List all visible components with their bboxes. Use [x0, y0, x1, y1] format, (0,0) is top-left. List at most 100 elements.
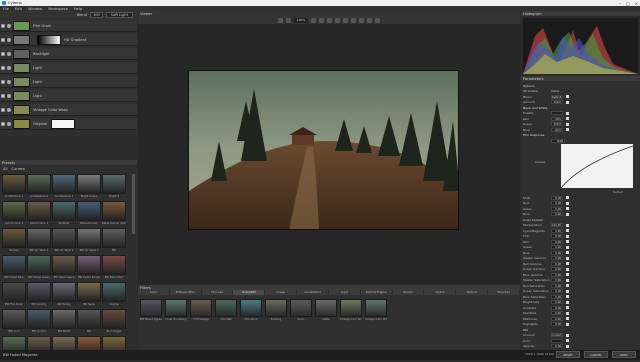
param-checkbox[interactable] [566, 267, 569, 271]
filter-item[interactable]: BW Bleach Bypass [140, 299, 162, 323]
preset-item[interactable]: Burn Edges [102, 309, 126, 335]
rotate-icon[interactable] [359, 17, 364, 23]
preset-item[interactable]: BW Faded Red [102, 255, 126, 281]
preset-item[interactable]: BW [77, 309, 101, 335]
param-checkbox[interactable] [566, 317, 569, 320]
param-checkbox[interactable] [566, 262, 569, 265]
layer-row[interactable]: Light [0, 90, 137, 102]
filter-item[interactable]: Matte [315, 299, 337, 323]
filter-tab[interactable]: Particle Engine [361, 290, 393, 295]
preset-item[interactable]: BW Gloomy [27, 282, 51, 308]
grid-icon[interactable] [375, 17, 380, 23]
param-checkbox[interactable] [566, 95, 569, 98]
preset-item[interactable]: BW Art Style 1 [27, 228, 51, 254]
preset-item[interactable]: BW Faded Blue [2, 255, 26, 281]
param-value[interactable]: 0.00 [551, 294, 563, 299]
preset-item[interactable]: BW Matte [52, 309, 76, 335]
fit-icon[interactable] [335, 17, 340, 23]
preset-item[interactable]: Blade Runner [77, 201, 101, 227]
presets-tab-current[interactable]: Current [11, 167, 25, 171]
param-checkbox[interactable] [566, 273, 569, 276]
param-value[interactable]: 0.00 [551, 228, 563, 233]
preset-item[interactable]: BW [102, 228, 126, 254]
picker-icon[interactable] [367, 17, 372, 23]
close-button[interactable]: × [635, 1, 638, 6]
split-view-icon[interactable] [286, 17, 291, 23]
compare-icon[interactable] [343, 17, 348, 23]
param-checkbox[interactable] [566, 117, 569, 120]
filter-tab[interactable]: Image [265, 290, 298, 295]
blend-amount[interactable]: 100 [89, 12, 103, 18]
param-checkbox[interactable] [566, 251, 569, 254]
param-value[interactable]: 0.00 [551, 322, 563, 326]
preset-item[interactable]: Blade Runner 2049 [102, 201, 126, 227]
param-value[interactable]: 0.00 [551, 234, 563, 238]
menu-file[interactable]: File [3, 7, 9, 11]
layer-row[interactable]: Backlight [0, 48, 137, 60]
filter-item[interactable]: Cross Processing [165, 299, 187, 323]
param-value[interactable]: 100.00 [551, 223, 563, 227]
blend-mode-select[interactable]: Soft Light [105, 12, 133, 18]
filter-item[interactable]: Vintage Color Wrap [340, 299, 362, 323]
param-value[interactable]: 0.00 [551, 311, 563, 315]
param-checkbox[interactable] [566, 289, 569, 293]
filter-item[interactable]: ColorWell [215, 299, 237, 323]
eye-icon[interactable] [7, 107, 11, 112]
param-section[interactable]: Options [523, 83, 638, 88]
param-value[interactable] [551, 338, 563, 343]
param-checkbox[interactable] [566, 245, 569, 249]
layer-row[interactable]: Light [0, 76, 137, 88]
param-checkbox[interactable] [566, 128, 569, 131]
curve-editor[interactable] [561, 144, 633, 188]
param-checkbox[interactable] [566, 122, 569, 126]
eye-icon[interactable] [7, 37, 11, 42]
param-value[interactable]: 0.00 [551, 267, 563, 271]
param-value[interactable]: 0.00 [551, 212, 563, 216]
param-section[interactable]: Film Response [523, 133, 638, 138]
preset-item[interactable]: Bright 3 [102, 174, 126, 200]
layer-row[interactable]: Film Grain [0, 20, 137, 32]
preset-item[interactable]: Architecture 1 [2, 174, 26, 200]
layer-row[interactable]: Vintage Color Wrap [0, 104, 137, 116]
param-checkbox[interactable] [566, 344, 569, 348]
filter-tab[interactable]: Lens/Distort [297, 290, 329, 295]
apply-button[interactable]: APPLY [612, 351, 636, 358]
preset-item[interactable]: Bronze [2, 228, 26, 254]
param-value[interactable]: 0.00 [551, 283, 563, 288]
preset-item[interactable]: BW Film Grain [2, 282, 26, 308]
preset-item[interactable]: Blobbed [52, 201, 76, 227]
param-checkbox[interactable] [566, 278, 569, 282]
eye-icon[interactable] [7, 79, 11, 84]
param-section[interactable]: Mix [523, 327, 638, 332]
cancel-button[interactable]: CANCEL [584, 351, 608, 358]
filter-tab[interactable]: Render [393, 290, 425, 295]
preset-item[interactable]: BW Lo Fi [2, 309, 26, 335]
maximize-button[interactable]: □ [626, 1, 630, 6]
eye-icon[interactable] [7, 93, 11, 98]
param-checkbox[interactable] [566, 339, 569, 342]
param-checkbox[interactable] [566, 196, 569, 199]
layer-row[interactable]: HD Gradient [0, 34, 137, 46]
param-value[interactable]: 100.0 [551, 100, 563, 104]
param-checkbox[interactable] [566, 311, 569, 315]
param-checkbox[interactable] [566, 333, 569, 337]
param-value[interactable]: 0.00 [551, 261, 563, 266]
filter-tab[interactable]: Stylize [424, 290, 457, 295]
filter-item[interactable]: CTM Vintage [190, 299, 212, 323]
filter-tab[interactable]: Grain/Dirt [233, 290, 266, 295]
param-value[interactable]: 0.00 [551, 316, 563, 321]
param-checkbox[interactable] [566, 201, 569, 205]
filter-tab[interactable]: Film Lab [202, 290, 234, 295]
param-value[interactable] [551, 111, 563, 115]
param-checkbox[interactable] [566, 212, 569, 216]
menu-workspace[interactable]: Workspace [48, 7, 68, 11]
filter-item[interactable]: Film Stock [240, 299, 262, 323]
layer-visibility-checkbox[interactable] [1, 121, 5, 126]
preset-item[interactable]: BW Lo Cool [27, 309, 51, 335]
param-value[interactable]: 0.00 [551, 239, 563, 244]
preset-item[interactable]: Cinema [102, 282, 126, 308]
param-value[interactable]: 0.00 [551, 250, 563, 255]
param-checkbox[interactable] [566, 240, 569, 243]
param-checkbox[interactable] [566, 223, 569, 227]
param-checkbox[interactable] [566, 295, 569, 298]
